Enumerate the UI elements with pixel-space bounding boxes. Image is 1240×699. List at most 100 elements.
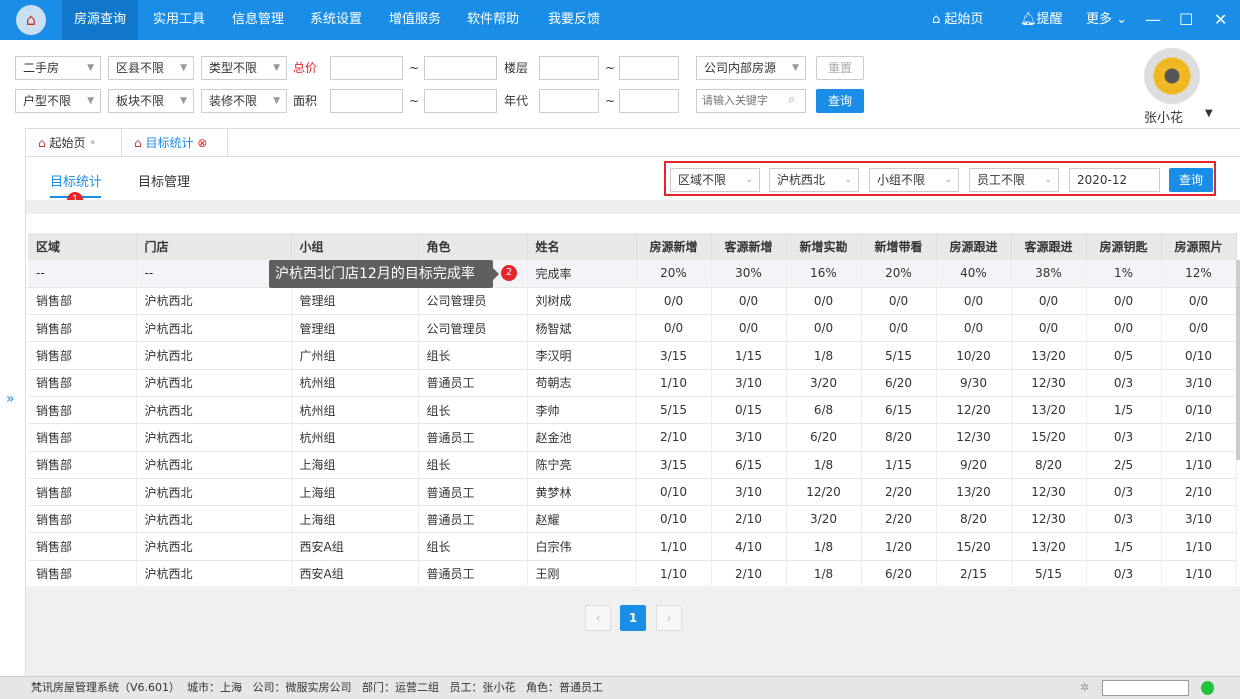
column-header[interactable]: 房源照片: [1161, 233, 1237, 260]
remind-button[interactable]: 🔔︎提醒: [1020, 0, 1063, 40]
column-header[interactable]: 客源跟进: [1011, 233, 1087, 260]
table-cell: 销售部: [28, 287, 137, 316]
search-button[interactable]: 查询: [816, 89, 864, 113]
table-cell: 0/0: [1086, 314, 1162, 343]
column-header[interactable]: 房源跟进: [936, 233, 1012, 260]
table-cell: 组长: [418, 532, 528, 561]
column-header[interactable]: 房源新增: [636, 233, 712, 260]
close-tab-icon[interactable]: ⊗: [197, 136, 207, 150]
group-select[interactable]: 小组不限 ⌄: [869, 168, 959, 192]
table-row[interactable]: 销售部 沪杭西北 西安A组 组长 白宗伟 1/10 4/10 1/8 1/20 15/20 13/2…: [28, 532, 1237, 561]
table-cell: 沪杭西北: [136, 423, 292, 452]
column-header[interactable]: 新增实勘: [786, 233, 862, 260]
summary-row[interactable]: -- -- 完成率 20% 30% 16% 20% 40% 38% 1% 12%: [28, 260, 1237, 288]
table-cell: 0/0: [1011, 314, 1087, 343]
month-input[interactable]: 2020-12: [1069, 168, 1160, 192]
table-row[interactable]: 销售部 沪杭西北 上海组 普通员工 赵耀 0/10 2/10 3/20 2/20 8/20 12/3…: [28, 505, 1237, 534]
table-row[interactable]: 销售部 沪杭西北 广州组 组长 李汉明 3/15 1/15 1/8 5/15 10/20 13/20…: [28, 341, 1237, 370]
reset-button[interactable]: 重置: [816, 56, 864, 80]
tab-home[interactable]: ⌂ 起始页 •: [26, 129, 122, 157]
nav-info-manage[interactable]: 信息管理: [220, 0, 296, 40]
column-header[interactable]: 小组: [291, 233, 419, 260]
table-cell: 3/20: [786, 369, 862, 397]
table-row[interactable]: 销售部 沪杭西北 上海组 普通员工 黄梦林 0/10 3/10 12/20 2/20 13/20 1…: [28, 478, 1237, 507]
table-row[interactable]: 销售部 沪杭西北 杭州组 普通员工 赵金池 2/10 3/10 6/20 8/20 12/30 15…: [28, 423, 1237, 452]
table-scrollbar[interactable]: [1236, 260, 1240, 460]
column-header[interactable]: 新增带看: [861, 233, 937, 260]
store-select[interactable]: 沪杭西北 ⌄: [769, 168, 859, 192]
table-cell: 公司管理员: [418, 314, 528, 343]
page-1-button[interactable]: 1: [620, 605, 646, 631]
year-max-input[interactable]: [619, 89, 679, 113]
price-min-input[interactable]: [330, 56, 403, 80]
table-cell: 3/10: [1161, 369, 1237, 397]
table-row[interactable]: 销售部 沪杭西北 杭州组 组长 李帅 5/15 0/15 6/8 6/15 12/20 13/20 1…: [28, 396, 1237, 425]
table-cell: 12/20: [936, 396, 1012, 425]
table-cell: 12%: [1161, 260, 1237, 288]
table-cell: 苟朝志: [527, 369, 637, 397]
user-name[interactable]: 张小花: [1144, 107, 1183, 126]
table-cell: 1/10: [1161, 451, 1237, 479]
subtab-target-manage[interactable]: 目标管理: [138, 171, 190, 190]
nav-feedback[interactable]: 我要反馈: [536, 0, 612, 40]
table-cell: 沪杭西北: [136, 369, 292, 397]
table-cell: 2/20: [861, 505, 937, 534]
table-row[interactable]: 销售部 沪杭西北 西安A组 普通员工 王刚 1/10 2/10 1/8 6/20 2/15 5/15…: [28, 560, 1237, 589]
expand-icon[interactable]: »: [6, 391, 15, 407]
dropdown-icon: ▼: [273, 63, 280, 73]
table-row[interactable]: 销售部 沪杭西北 杭州组 普通员工 苟朝志 1/10 3/10 3/20 6/20 9/30 12/…: [28, 369, 1237, 397]
more-button[interactable]: 更多 ⌄: [1086, 0, 1127, 40]
nav-value-added[interactable]: 增值服务: [377, 0, 453, 40]
floor-min-input[interactable]: [539, 56, 599, 80]
nav-tools[interactable]: 实用工具: [141, 0, 217, 40]
area-min-input[interactable]: [330, 89, 403, 113]
house-type-select[interactable]: 二手房 ▼: [15, 56, 101, 80]
category-select[interactable]: 类型不限 ▼: [201, 56, 287, 80]
decoration-select[interactable]: 装修不限 ▼: [201, 89, 287, 113]
price-max-input[interactable]: [424, 56, 497, 80]
floor-max-input[interactable]: [619, 56, 679, 80]
nav-settings[interactable]: 系统设置: [298, 0, 374, 40]
subtab-target-stats[interactable]: 目标统计: [50, 171, 102, 190]
avatar[interactable]: [1144, 48, 1200, 104]
next-page-button[interactable]: ›: [656, 605, 682, 631]
column-header[interactable]: 姓名: [527, 233, 637, 260]
prev-page-button[interactable]: ‹: [585, 605, 611, 631]
nav-house-query[interactable]: 房源查询: [62, 0, 139, 40]
district-select[interactable]: 区县不限 ▼: [108, 56, 194, 80]
tab-target-stats[interactable]: ⌂ 目标统计 ⊗: [122, 129, 228, 157]
table-cell: 1/10: [1161, 560, 1237, 589]
table-cell: 5/15: [1011, 560, 1087, 589]
home-button[interactable]: ⌂ 起始页: [932, 0, 983, 40]
column-header[interactable]: 角色: [418, 233, 528, 260]
close-button[interactable]: ✕: [1214, 0, 1227, 40]
source-select[interactable]: 公司内部房源 ▼: [696, 56, 806, 80]
table-row[interactable]: 销售部 沪杭西北 管理组 公司管理员 杨智斌 0/0 0/0 0/0 0/0 0/0 0/0 0/0 0…: [28, 314, 1237, 343]
column-header[interactable]: 客源新增: [711, 233, 787, 260]
minimize-button[interactable]: —: [1145, 0, 1161, 40]
table-row[interactable]: 销售部 沪杭西北 上海组 组长 陈宁亮 3/15 6/15 1/8 1/15 9/20 8/20 2/…: [28, 451, 1237, 479]
search-icon[interactable]: ⌕: [788, 92, 795, 107]
table-cell: 沪杭西北: [136, 341, 292, 370]
column-header[interactable]: 门店: [136, 233, 292, 260]
table-cell: 1/5: [1086, 396, 1162, 425]
table-row[interactable]: 销售部 沪杭西北 管理组 公司管理员 刘树成 0/0 0/0 0/0 0/0 0/0 0/0 0/0 0…: [28, 287, 1237, 316]
region-select[interactable]: 区域不限 ⌄: [670, 168, 760, 192]
column-header[interactable]: 区域: [28, 233, 137, 260]
maximize-button[interactable]: ☐: [1179, 0, 1193, 40]
year-min-input[interactable]: [539, 89, 599, 113]
status-input[interactable]: [1102, 680, 1189, 696]
table-cell: 李帅: [527, 396, 637, 425]
layout-select[interactable]: 户型不限 ▼: [15, 89, 101, 113]
table-cell: 公司管理员: [418, 287, 528, 316]
block-select[interactable]: 板块不限 ▼: [108, 89, 194, 113]
caret-down-icon[interactable]: ▼: [1205, 108, 1213, 119]
column-header[interactable]: 房源钥匙: [1086, 233, 1162, 260]
staff-select[interactable]: 员工不限 ⌄: [969, 168, 1059, 192]
table-cell: 6/20: [861, 369, 937, 397]
table-cell: 6/20: [786, 423, 862, 452]
table-cell: 0/3: [1086, 369, 1162, 397]
area-max-input[interactable]: [424, 89, 497, 113]
nav-help[interactable]: 软件帮助: [455, 0, 531, 40]
stat-search-button[interactable]: 查询: [1169, 168, 1213, 192]
